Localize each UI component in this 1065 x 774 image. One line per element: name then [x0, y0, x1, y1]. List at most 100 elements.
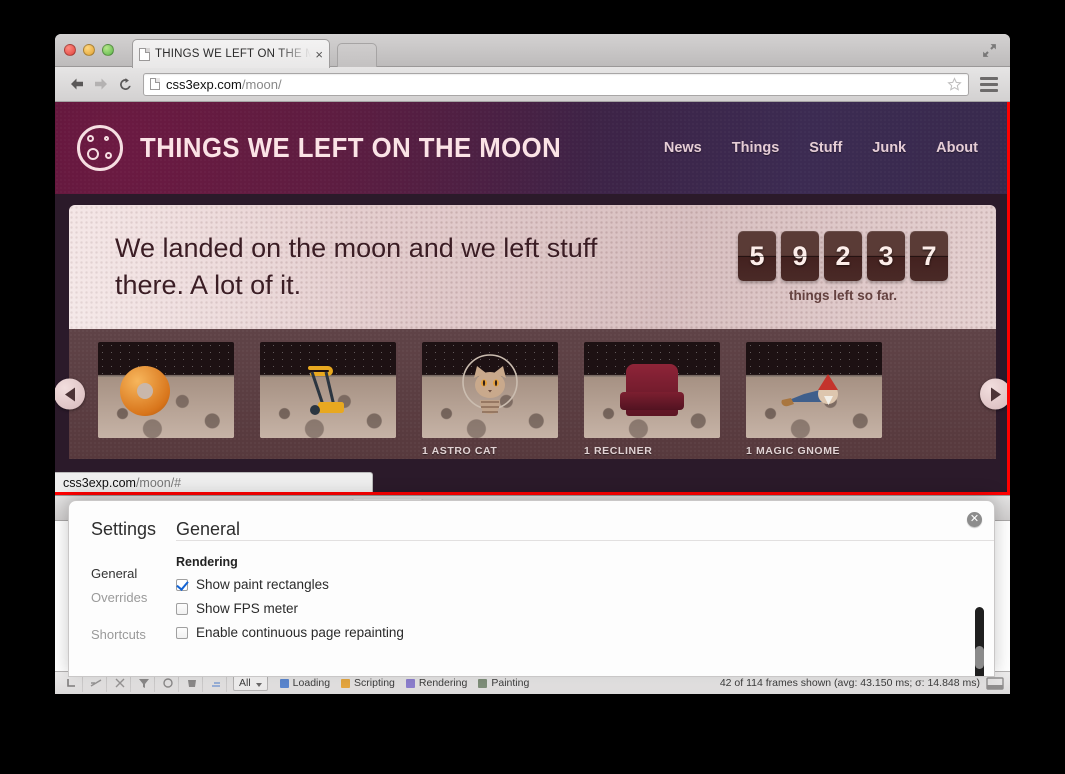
- frames-mode-icon[interactable]: [85, 674, 107, 692]
- list-item[interactable]: 1 Magic Gnome: [746, 342, 882, 457]
- checkbox-icon[interactable]: [176, 626, 188, 639]
- cat-icon: [462, 354, 518, 414]
- legend-painting-label: Painting: [491, 677, 530, 689]
- address-bar[interactable]: css3exp.com/moon/: [143, 72, 969, 96]
- thumbnail: [260, 342, 396, 438]
- new-tab-button[interactable]: [337, 43, 377, 67]
- setting-label: Show FPS meter: [196, 601, 299, 616]
- page-icon: [150, 78, 160, 90]
- settings-content: Rendering Show paint rectangles Show FPS…: [176, 540, 994, 676]
- counter-digit-value: 7: [921, 240, 937, 271]
- carousel-prev-button[interactable]: [55, 378, 85, 410]
- chevron-right-icon: [990, 387, 1001, 401]
- url-text: css3exp.com/moon/: [166, 77, 282, 92]
- counter-digit-value: 9: [792, 240, 808, 271]
- gnome-icon: [781, 374, 838, 407]
- settings-nav: General Overrides Shortcuts: [69, 540, 176, 651]
- refresh-icon[interactable]: [157, 674, 179, 692]
- setting-show-paint-rectangles[interactable]: Show paint rectangles: [176, 577, 994, 592]
- carousel-next-button[interactable]: [980, 378, 1010, 410]
- swatch-loading: [279, 678, 289, 688]
- bookmark-star-icon[interactable]: [947, 76, 962, 92]
- setting-show-fps-meter[interactable]: Show FPS meter: [176, 601, 994, 616]
- counter-digit-value: 5: [749, 240, 765, 271]
- setting-label: Show paint rectangles: [196, 577, 329, 592]
- counter-digit: 7: [910, 231, 948, 281]
- legend-rendering: Rendering: [405, 677, 468, 689]
- list-item[interactable]: [98, 342, 234, 457]
- settings-scrollbar[interactable]: [975, 607, 984, 676]
- nav-item-things[interactable]: Things: [732, 140, 780, 156]
- list-item[interactable]: 1 Astro Cat: [422, 342, 558, 457]
- status-host: css3exp.com: [63, 475, 136, 490]
- paint-rectangle-overlay-bottom: [55, 492, 1010, 495]
- nav-item-junk[interactable]: Junk: [872, 140, 906, 156]
- close-icon[interactable]: ×: [311, 48, 323, 61]
- thumbnail: [584, 342, 720, 438]
- memory-icon[interactable]: [205, 674, 227, 692]
- nav-item-about[interactable]: About: [936, 140, 978, 156]
- record-icon[interactable]: [61, 674, 83, 692]
- nav-item-stuff[interactable]: Stuff: [809, 140, 842, 156]
- list-item-label: 1 Astro Cat: [422, 445, 498, 457]
- thumbnail: [746, 342, 882, 438]
- counter-digit: 9: [781, 231, 819, 281]
- nav-item-news[interactable]: News: [664, 140, 702, 156]
- dock-icon[interactable]: [986, 676, 1004, 691]
- counter-digit-value: 2: [835, 240, 851, 271]
- settings-title: Settings: [91, 519, 157, 539]
- devtools-legend: Loading Scripting Rendering Painting: [279, 677, 529, 689]
- settings-nav-overrides[interactable]: Overrides: [91, 590, 176, 605]
- url-path: /moon/: [241, 76, 282, 92]
- devtools-status-buttons: [61, 674, 227, 692]
- fullscreen-icon[interactable]: [981, 42, 998, 59]
- clear-icon[interactable]: [109, 674, 131, 692]
- checkbox-icon[interactable]: [176, 578, 188, 591]
- browser-menu-button[interactable]: [978, 73, 1000, 95]
- window-controls: [64, 44, 114, 56]
- settings-nav-shortcuts[interactable]: Shortcuts: [91, 627, 176, 642]
- swatch-scripting: [341, 678, 351, 688]
- desktop-backdrop: THINGS WE LEFT ON THE M × css3exp.com/mo…: [0, 0, 1065, 774]
- counter-digit: 2: [824, 231, 862, 281]
- close-icon[interactable]: ✕: [967, 512, 982, 527]
- thumbnail: [422, 342, 558, 438]
- tab-title: THINGS WE LEFT ON THE M: [155, 48, 312, 60]
- list-item[interactable]: 1 Recliner: [584, 342, 720, 457]
- thumbnail: [98, 342, 234, 438]
- frames-summary: 42 of 114 frames shown (avg: 43.150 ms; …: [719, 677, 980, 689]
- site-header: Things We Left On The Moon News Things S…: [55, 102, 1010, 194]
- browser-toolbar: css3exp.com/moon/: [55, 67, 1010, 102]
- site-nav: News Things Stuff Junk About: [664, 140, 978, 156]
- page-icon: [139, 47, 150, 61]
- legend-loading-label: Loading: [292, 677, 331, 689]
- counter-digit-value: 3: [878, 240, 894, 271]
- page-viewport: Things We Left On The Moon News Things S…: [55, 102, 1010, 495]
- filter-icon[interactable]: [133, 674, 155, 692]
- swatch-rendering: [405, 678, 415, 688]
- maximize-window-button[interactable]: [102, 44, 114, 56]
- minimize-window-button[interactable]: [83, 44, 95, 56]
- legend-painting: Painting: [478, 677, 529, 689]
- chevron-left-icon: [64, 387, 75, 401]
- settings-header: Settings General: [69, 501, 994, 540]
- filter-select[interactable]: All: [233, 675, 268, 691]
- list-item[interactable]: [260, 342, 396, 457]
- browser-tab[interactable]: THINGS WE LEFT ON THE M ×: [132, 39, 330, 68]
- recliner-icon: [620, 364, 684, 416]
- site-title: Things We Left On The Moon: [140, 132, 562, 163]
- checkbox-icon[interactable]: [176, 602, 188, 615]
- close-window-button[interactable]: [64, 44, 76, 56]
- hero-counter: 5 9 2 3 7 things left so far.: [738, 231, 948, 303]
- tab-strip: THINGS WE LEFT ON THE M ×: [55, 34, 1010, 68]
- forward-button[interactable]: [89, 72, 113, 96]
- trash-icon[interactable]: [181, 674, 203, 692]
- section-title: Rendering: [176, 555, 238, 569]
- scrollbar-thumb[interactable]: [975, 646, 984, 669]
- setting-continuous-repainting[interactable]: Enable continuous page repainting: [176, 625, 994, 640]
- back-button[interactable]: [65, 72, 89, 96]
- settings-nav-general[interactable]: General: [91, 566, 176, 581]
- reload-button[interactable]: [113, 72, 137, 96]
- flip-counter: 5 9 2 3 7: [738, 231, 948, 281]
- legend-rendering-label: Rendering: [418, 677, 468, 689]
